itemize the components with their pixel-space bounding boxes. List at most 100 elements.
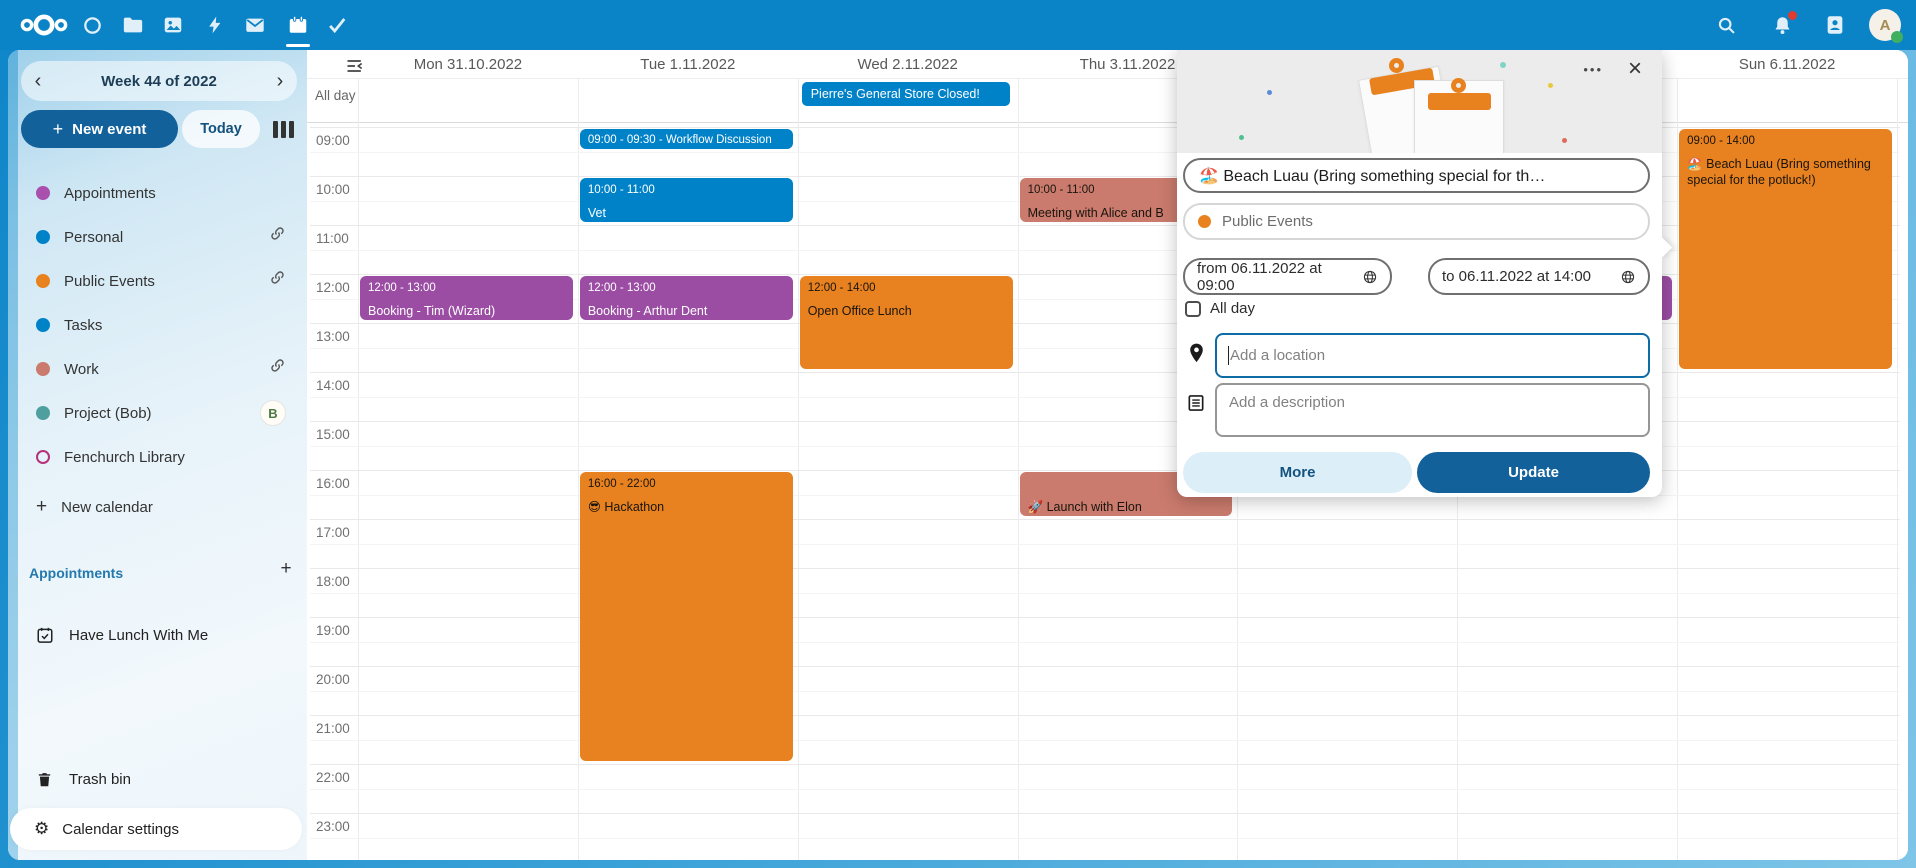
sidebar-calendar-item[interactable]: Personal — [14, 220, 300, 254]
trash-bin-button[interactable]: Trash bin — [14, 762, 300, 796]
location-input[interactable]: Add a location — [1215, 333, 1650, 378]
start-datetime-value: from 06.11.2022 at 09:00 — [1197, 260, 1362, 294]
sidebar-calendar-item[interactable]: Fenchurch Library — [14, 440, 300, 474]
calendar-event[interactable]: 16:00 - 22:00 😎 Hackathon — [580, 472, 793, 761]
calendar-week-view: All day Mon 31.10.2022Tue 1.11.2022Wed 2… — [307, 50, 1908, 860]
event-title-input[interactable]: 🏖️ Beach Luau (Bring something special f… — [1183, 158, 1650, 193]
view-mode-grid-icon[interactable] — [266, 114, 300, 144]
description-input[interactable]: Add a description — [1215, 383, 1650, 437]
event-time: 12:00 - 13:00 — [588, 281, 785, 295]
sidebar-calendar-item[interactable]: Public Events — [14, 264, 300, 298]
event-time: 09:00 - 14:00 — [1687, 134, 1884, 148]
settings-label: Calendar settings — [62, 821, 179, 838]
calendar-event[interactable]: 09:00 - 09:30 - Workflow Discussion — [580, 129, 793, 149]
tasks-icon[interactable] — [317, 0, 357, 50]
calendar-app-icon[interactable] — [278, 0, 318, 50]
mail-icon[interactable] — [235, 0, 275, 50]
event-title: 🚀 Launch with Elon — [1028, 499, 1225, 515]
calendar-color-dot — [36, 318, 50, 332]
grid-column-line — [1897, 78, 1898, 860]
appointment-config-label: Have Lunch With Me — [69, 627, 208, 644]
today-button[interactable]: Today — [182, 110, 260, 148]
contacts-icon[interactable] — [1815, 0, 1855, 50]
appointments-heading: Appointments — [29, 565, 123, 581]
week-label: Week 44 of 2022 — [101, 73, 217, 90]
dashboard-icon[interactable] — [72, 0, 112, 50]
half-hour-line — [310, 838, 1900, 839]
description-placeholder: Add a description — [1229, 394, 1345, 411]
grid-column-line — [798, 78, 799, 860]
calendar-settings-button[interactable]: ⚙ Calendar settings — [10, 808, 302, 850]
hour-line — [310, 617, 1900, 618]
event-title: Booking - Arthur Dent — [588, 303, 785, 319]
divider — [307, 78, 1908, 79]
start-datetime-picker[interactable]: from 06.11.2022 at 09:00 — [1183, 258, 1392, 295]
sidebar-calendar-item[interactable]: Tasks — [14, 308, 300, 342]
shared-link-icon[interactable] — [269, 357, 286, 379]
time-label: 12:00 — [316, 280, 360, 295]
share-avatar-badge[interactable]: B — [260, 400, 286, 426]
event-title: 😎 Hackathon — [588, 499, 785, 515]
new-event-label: New event — [72, 121, 146, 138]
more-button[interactable]: More — [1183, 452, 1412, 493]
time-label: 22:00 — [316, 770, 360, 785]
calendar-picker-value: Public Events — [1222, 213, 1313, 230]
hour-line — [310, 715, 1900, 716]
next-week-button[interactable]: › — [263, 61, 297, 101]
add-appointment-config-button[interactable]: + — [272, 558, 300, 586]
search-icon[interactable] — [1706, 0, 1746, 50]
files-icon[interactable] — [113, 0, 153, 50]
hour-line — [310, 666, 1900, 667]
shared-link-icon[interactable] — [269, 269, 286, 291]
calendar-event[interactable]: 12:00 - 13:00 Booking - Arthur Dent — [580, 276, 793, 320]
event-time: 12:00 - 14:00 — [808, 281, 1005, 295]
previous-week-button[interactable]: ‹ — [21, 61, 55, 101]
new-event-button[interactable]: + New event — [21, 110, 178, 148]
calendar-event[interactable]: 10:00 - 11:00Vet — [580, 178, 793, 222]
allday-event[interactable]: Pierre's General Store Closed! — [802, 82, 1010, 106]
time-label: 19:00 — [316, 623, 360, 638]
event-time: 10:00 - 11:00 — [588, 183, 785, 197]
event-time-title: 09:00 - 09:30 - Workflow Discussion — [588, 133, 785, 147]
sidebar-calendar-item[interactable]: Project (Bob)B — [14, 396, 300, 430]
end-datetime-picker[interactable]: to 06.11.2022 at 14:00 — [1428, 258, 1650, 295]
time-label: 10:00 — [316, 182, 360, 197]
calendar-event[interactable]: 09:00 - 14:00🏖️ Beach Luau (Bring someth… — [1679, 129, 1892, 369]
calendar-event[interactable]: 12:00 - 14:00Open Office Lunch — [800, 276, 1013, 369]
trash-icon — [36, 771, 53, 788]
hour-line — [310, 519, 1900, 520]
calendar-picker[interactable]: Public Events — [1183, 203, 1650, 240]
hour-line — [310, 764, 1900, 765]
calendar-name: Fenchurch Library — [64, 449, 185, 466]
time-label: 17:00 — [316, 525, 360, 540]
sidebar-calendar-item[interactable]: Appointments — [14, 176, 300, 210]
calendar-color-dot — [36, 274, 50, 288]
day-header: Mon 31.10.2022 — [358, 50, 578, 78]
calendar-event[interactable]: 12:00 - 13:00Booking - Tim (Wizard) — [360, 276, 573, 320]
nextcloud-logo[interactable] — [16, 10, 72, 40]
calendar-color-dot — [1198, 215, 1211, 228]
event-editor-popup: ••• × 🏖️ Beach Luau (Bring something spe… — [1177, 50, 1662, 497]
calendar-name: Tasks — [64, 317, 102, 334]
shared-link-icon[interactable] — [269, 225, 286, 247]
more-options-icon[interactable]: ••• — [1579, 58, 1607, 81]
time-label: 21:00 — [316, 721, 360, 736]
half-hour-line — [310, 691, 1900, 692]
sidebar-calendar-item[interactable]: Work — [14, 352, 300, 386]
notifications-bell-icon[interactable] — [1762, 0, 1802, 50]
new-calendar-button[interactable]: + New calendar — [14, 490, 300, 524]
appointment-config-item[interactable]: Have Lunch With Me — [14, 618, 300, 652]
close-icon[interactable]: × — [1622, 53, 1648, 85]
description-icon — [1186, 393, 1206, 413]
hour-line — [310, 568, 1900, 569]
checkbox-box — [1185, 301, 1201, 317]
allday-checkbox[interactable]: All day — [1185, 300, 1255, 317]
photos-icon[interactable] — [153, 0, 193, 50]
location-placeholder: Add a location — [1230, 347, 1325, 364]
update-button[interactable]: Update — [1417, 452, 1650, 493]
event-time: 16:00 - 22:00 — [588, 477, 785, 491]
event-time: 12:00 - 13:00 — [368, 281, 565, 295]
calendar-color-dot — [36, 450, 50, 464]
activity-icon[interactable] — [195, 0, 235, 50]
half-hour-line — [310, 544, 1900, 545]
